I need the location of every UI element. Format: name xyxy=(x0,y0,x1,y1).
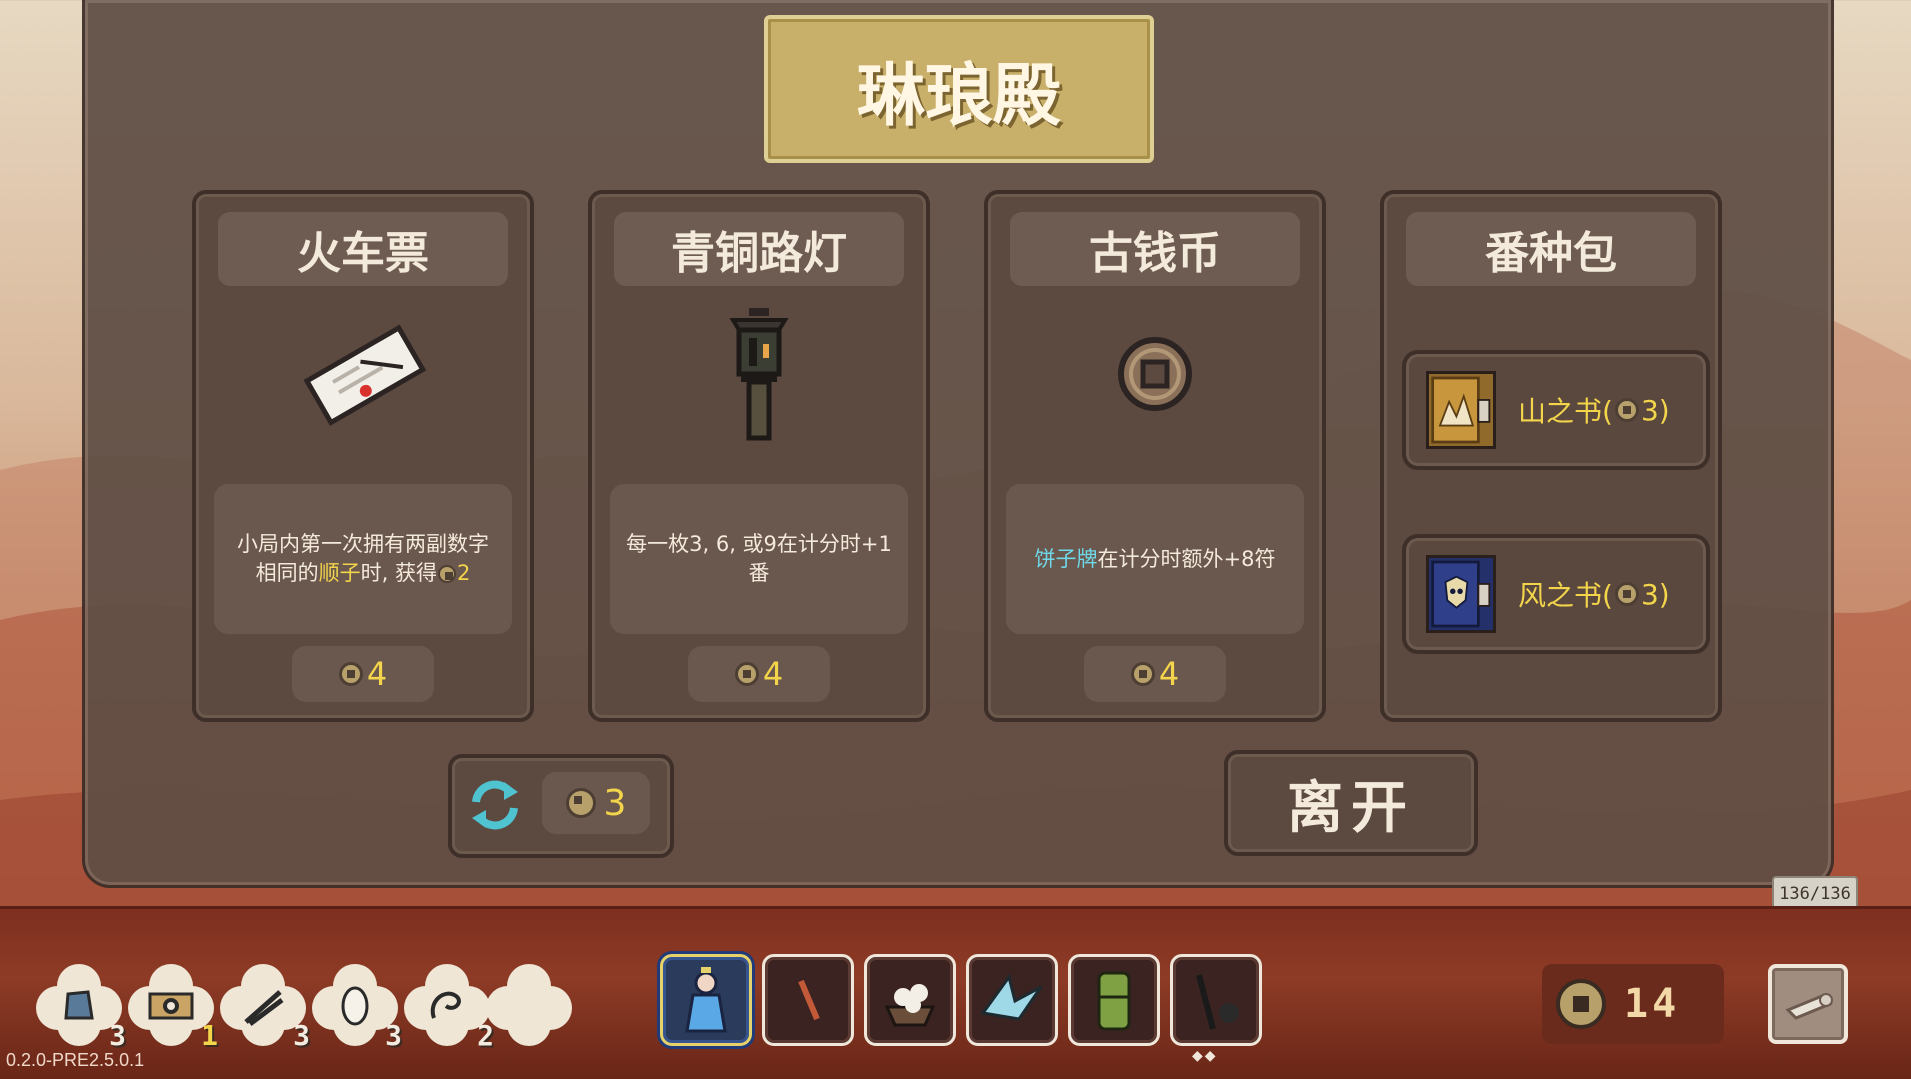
leave-button[interactable]: 离开 xyxy=(1224,750,1478,856)
money-display: 14 xyxy=(1542,964,1724,1044)
book-name: 山之书( xyxy=(1518,395,1613,428)
book-offer-mountain[interactable]: 山之书( 3) xyxy=(1402,350,1710,470)
book-label: 风之书( 3) xyxy=(1518,574,1670,614)
card-title: 番种包 xyxy=(1406,212,1696,286)
consumable-slot[interactable]: 3 xyxy=(312,962,402,1052)
version-label: 0.2.0-PRE2.5.0.1 xyxy=(6,1050,145,1070)
train-ticket-icon xyxy=(303,324,427,426)
coin-icon xyxy=(1130,662,1155,686)
egg-icon xyxy=(341,986,369,1026)
consumable-slot[interactable]: 3 xyxy=(220,962,310,1052)
relic-slot[interactable] xyxy=(1068,954,1160,1046)
relic-slot[interactable] xyxy=(1170,954,1262,1046)
scroll-menu-button[interactable] xyxy=(1768,964,1848,1044)
tongs-icon xyxy=(244,990,284,1026)
shop-card-bronze-lamp[interactable]: 青铜路灯 每一枚3, 6, 或9在计分时+1番 4 xyxy=(588,190,930,722)
card-description: 每一枚3, 6, 或9在计分时+1番 xyxy=(610,484,908,634)
shop-title: 琳琅殿 xyxy=(856,55,1061,136)
relic-page-indicator: ◆◆ xyxy=(1192,1048,1218,1064)
shop-card-train-ticket[interactable]: 火车票 小局内第一次拥有两副数字相同的顺子时, 获得 2 4 xyxy=(192,190,534,722)
bamboo-tube-icon xyxy=(1097,971,1131,1031)
yin-yang-scroll-icon xyxy=(148,992,194,1020)
coin-icon xyxy=(338,662,363,686)
price-value: 4 xyxy=(762,655,784,693)
relic-slot[interactable] xyxy=(762,954,854,1046)
red-brush-icon xyxy=(798,979,820,1021)
price-value: 4 xyxy=(1158,655,1180,693)
swirl-feather-icon xyxy=(430,991,461,1019)
shop-card-ancient-coin[interactable]: 古钱币 饼子牌在计分时额外+8符 4 xyxy=(984,190,1326,722)
card-description: 小局内第一次拥有两副数字相同的顺子时, 获得 2 xyxy=(214,484,512,634)
blue-goddess-icon xyxy=(685,967,727,1033)
price-value: 4 xyxy=(366,655,388,693)
desc-reward-amount: 2 xyxy=(456,561,471,585)
reroll-price: 3 xyxy=(542,772,650,834)
coin-icon xyxy=(1614,582,1639,606)
coin-icon xyxy=(1614,398,1639,422)
consumable-slot[interactable]: 1 xyxy=(128,962,218,1052)
coin-icon xyxy=(1556,979,1606,1029)
book-name: 风之书( xyxy=(1518,579,1613,612)
dumplings-bowl-icon xyxy=(884,984,936,1027)
book-cost: 3) xyxy=(1640,393,1670,427)
buy-price-button[interactable]: 4 xyxy=(292,646,434,702)
empty-slot-icon xyxy=(486,964,572,1046)
book-cost: 3) xyxy=(1640,577,1670,611)
relic-slot[interactable] xyxy=(966,954,1058,1046)
consumable-slot[interactable]: 3 xyxy=(36,962,126,1052)
desc-keyword-bing-tiles: 饼子牌 xyxy=(1034,546,1098,571)
consumable-slot-empty[interactable] xyxy=(486,962,572,1048)
desc-text: 在计分时额外+8符 xyxy=(1097,546,1276,571)
desc-text: 时, 获得 xyxy=(360,561,437,585)
card-title: 火车票 xyxy=(218,212,508,286)
desc-keyword-shunzi: 顺子 xyxy=(318,561,361,585)
coin-icon xyxy=(565,788,596,818)
ancient-coin-icon xyxy=(1118,337,1192,411)
consumable-count: 3 xyxy=(109,1019,126,1052)
book-offer-wind[interactable]: 风之书( 3) xyxy=(1402,534,1710,654)
dragon-staff-icon xyxy=(1196,974,1239,1030)
wind-book-icon xyxy=(1426,555,1496,633)
shop-title-plaque: 琳琅殿 xyxy=(764,15,1154,163)
bronze-streetlamp-icon xyxy=(729,308,789,441)
book-label: 山之书( 3) xyxy=(1518,390,1670,430)
paper-crane-icon xyxy=(980,973,1043,1021)
buy-price-button[interactable]: 4 xyxy=(1084,646,1226,702)
scroll-icon xyxy=(1785,993,1833,1020)
tile-bag-icon xyxy=(64,990,94,1020)
mountain-book-icon xyxy=(1426,371,1496,449)
money-amount: 14 xyxy=(1624,981,1681,1027)
relic-slot-selected[interactable] xyxy=(660,954,752,1046)
reroll-button[interactable]: 3 xyxy=(448,754,674,858)
coin-icon xyxy=(437,565,456,583)
consumable-count: 3 xyxy=(385,1019,402,1052)
shop-card-fan-pack: 番种包 山之书( 3) 风之书( 3) xyxy=(1380,190,1722,722)
coin-icon xyxy=(734,662,759,686)
card-title: 古钱币 xyxy=(1010,212,1300,286)
relic-slot[interactable] xyxy=(864,954,956,1046)
reroll-cost: 3 xyxy=(603,782,627,824)
buy-price-button[interactable]: 4 xyxy=(688,646,830,702)
refresh-icon xyxy=(472,780,518,830)
card-description: 饼子牌在计分时额外+8符 xyxy=(1006,484,1304,634)
consumable-count: 3 xyxy=(293,1019,310,1052)
card-title: 青铜路灯 xyxy=(614,212,904,286)
consumable-slot[interactable]: 2 xyxy=(404,962,494,1052)
consumable-count: 1 xyxy=(201,1019,218,1052)
